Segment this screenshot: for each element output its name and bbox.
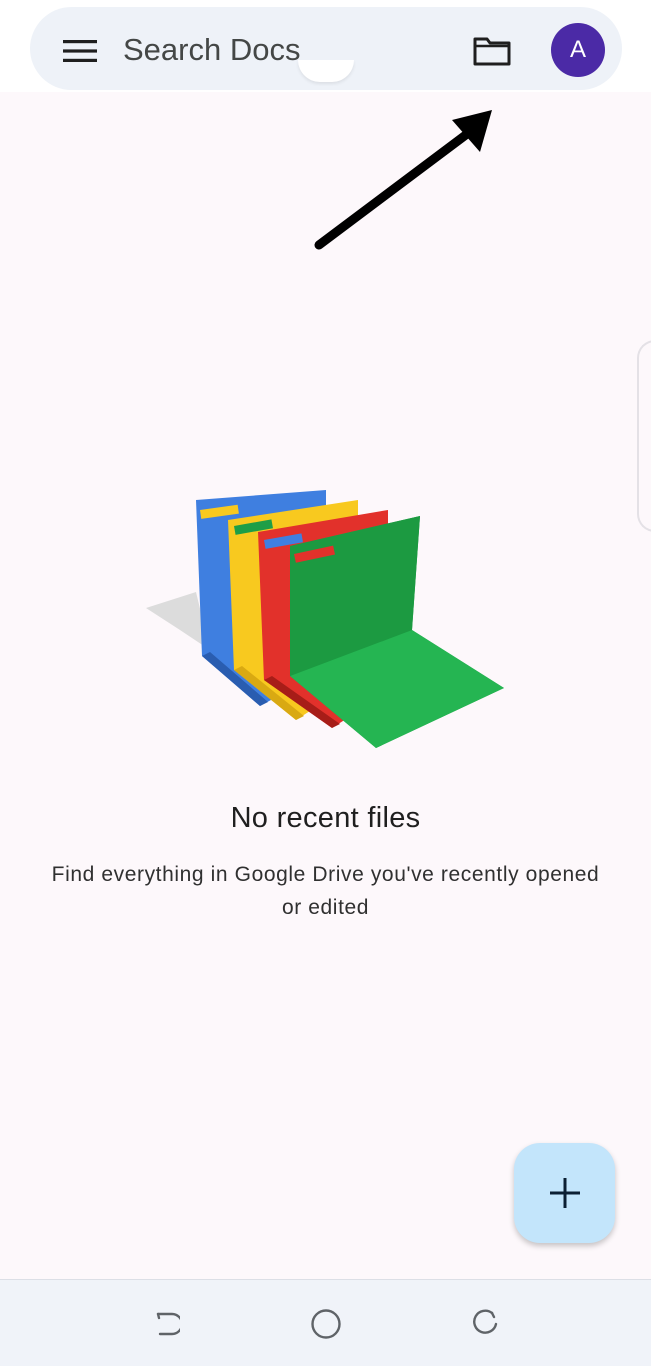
nav-home-button[interactable] — [306, 1304, 346, 1344]
home-icon — [311, 1309, 341, 1339]
nav-recents-button[interactable] — [465, 1304, 505, 1344]
empty-state-description: Find everything in Google Drive you've r… — [51, 863, 600, 919]
arrow-icon — [314, 110, 492, 250]
edge-panel-handle[interactable] — [637, 340, 651, 532]
recents-icon — [473, 1309, 498, 1334]
hamburger-menu-icon — [63, 40, 97, 62]
nav-back-button[interactable] — [146, 1304, 186, 1344]
folder-icon — [473, 37, 511, 66]
plus-icon — [549, 1178, 580, 1208]
folder-button[interactable] — [470, 32, 514, 70]
menu-button[interactable] — [58, 36, 102, 66]
folders-illustration — [146, 490, 504, 748]
avatar[interactable]: A — [551, 23, 605, 77]
new-document-button[interactable] — [514, 1143, 615, 1243]
search-input[interactable]: Search Docs — [123, 30, 300, 70]
empty-state-title: No recent files — [230, 802, 421, 834]
back-icon — [156, 1312, 180, 1336]
app-screen: Search Docs A No recent files Find every… — [0, 0, 651, 1366]
